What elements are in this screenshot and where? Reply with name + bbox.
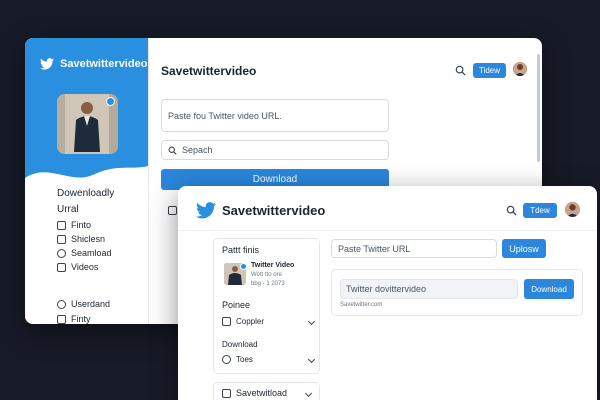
copy-icon: [222, 317, 231, 326]
chevron-down-icon: [304, 389, 313, 397]
sidebar-item-seamload[interactable]: Seamload: [57, 248, 112, 258]
section-title: Poinee: [222, 300, 251, 310]
options-panel: Pattt finis Twitter Video Wott tto ore b…: [213, 238, 320, 374]
result-title-field: Twitter dovittervideo: [340, 279, 518, 299]
search-input[interactable]: Sepach: [161, 140, 389, 160]
brand-logo[interactable]: Savetwittervideo: [196, 202, 325, 219]
twitter-url-input[interactable]: Paste Twitter URL: [331, 239, 497, 258]
sidebar-item-videos[interactable]: Videos: [57, 262, 98, 272]
page-title: Savetwittervideo: [161, 64, 257, 78]
file-icon: [57, 220, 66, 230]
panel-title: Pattt finis: [222, 245, 260, 255]
search-icon: [168, 146, 177, 155]
brand-name: Savetwittervideo: [222, 203, 326, 218]
profile-photo: [57, 94, 118, 154]
save-select[interactable]: Savetwitload: [213, 382, 320, 400]
search-icon[interactable]: [455, 65, 466, 76]
clock-icon: [222, 355, 231, 364]
twitter-bird-icon: [196, 202, 216, 219]
quality-select[interactable]: Coppler: [222, 317, 316, 326]
sidebar-item-finty[interactable]: Finty: [57, 314, 91, 324]
header-button[interactable]: Tdew: [523, 203, 557, 218]
user-avatar[interactable]: [565, 202, 580, 217]
sidebar-subheading: Urral: [57, 204, 79, 215]
upload-button[interactable]: Uplosw: [502, 239, 546, 258]
profile-line-1: Wott tto ore: [251, 272, 282, 278]
user-icon: [57, 299, 66, 309]
edit-icon: [57, 314, 66, 324]
format-select[interactable]: Toes: [222, 355, 316, 364]
chevron-down-icon: [307, 317, 316, 326]
sidebar-divider: [148, 38, 149, 324]
emoji-icon[interactable]: [168, 206, 177, 215]
search-icon[interactable]: [506, 205, 517, 216]
sidebar-item-shiclesn[interactable]: Shiclesn: [57, 234, 105, 244]
sidebar-item-finto[interactable]: Finto: [57, 220, 91, 230]
profile-line-2: bbg - 1 2073: [251, 281, 285, 287]
profile-name: Twitter Video: [251, 262, 295, 269]
scrollbar[interactable]: [537, 54, 540, 162]
header-divider: [178, 230, 597, 231]
user-avatar[interactable]: [513, 62, 527, 76]
video-url-input[interactable]: Paste fou Twitter video URL.: [161, 99, 389, 132]
verified-badge-icon: [106, 97, 115, 106]
twitter-bird-icon: [40, 58, 54, 70]
sidebar-heading: Dowenloadly: [57, 188, 115, 199]
result-card: Twitter dovittervideo Download Savetwitt…: [331, 269, 583, 316]
brand-name: Savetwittervideo: [60, 58, 148, 70]
brand-logo[interactable]: Savetwittervideo: [40, 58, 147, 70]
result-download-button[interactable]: Download: [524, 279, 574, 299]
grid-icon: [57, 234, 66, 244]
header-button[interactable]: Tidew: [473, 63, 506, 78]
chevron-down-icon: [307, 355, 316, 364]
emoji-icon: [222, 388, 231, 398]
result-source: Savetwitter.com: [340, 302, 383, 308]
verified-badge-icon: [240, 263, 247, 270]
front-app-window: Savetwittervideo Tdew Pattt finis Twitte…: [178, 186, 597, 400]
video-icon: [57, 262, 66, 272]
speech-bubble-icon: [57, 248, 66, 258]
sidebar-item-userdand[interactable]: Userdand: [57, 299, 110, 309]
download-label: Download: [222, 340, 258, 349]
